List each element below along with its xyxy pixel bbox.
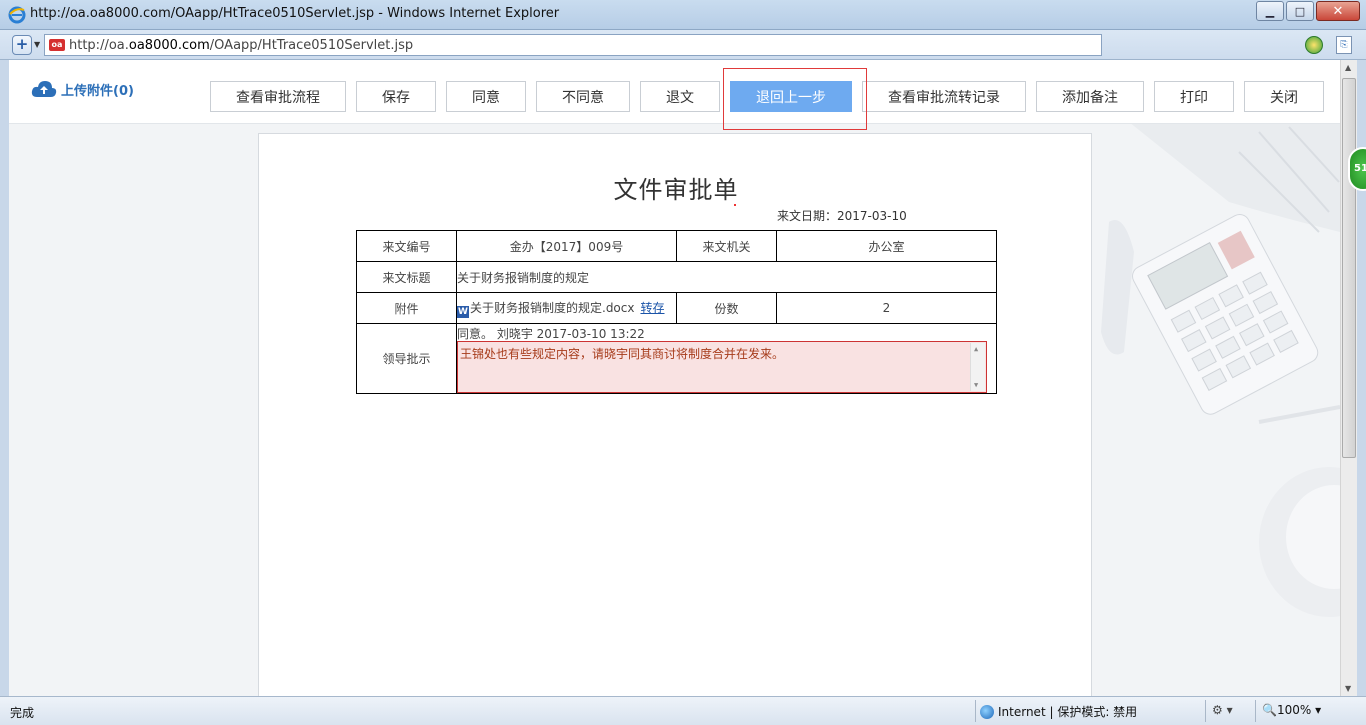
window-left-frame: [0, 60, 9, 696]
desk-background-image: [1101, 122, 1340, 617]
close-button[interactable]: 关闭: [1244, 81, 1324, 112]
status-divider: [1255, 700, 1256, 722]
window-titlebar: http://oa.oa8000.com/OAapp/HtTrace0510Se…: [0, 0, 1366, 30]
minimize-icon: ▁: [1265, 4, 1275, 18]
instruction-textarea[interactable]: 王锦处也有些规定内容，请晓宇同其商讨将制度合并在发来。 ▲ ▼: [457, 341, 987, 393]
instruction-text: 王锦处也有些规定内容，请晓宇同其商讨将制度合并在发来。: [460, 347, 785, 361]
compatibility-view-icon[interactable]: ⎘: [1336, 36, 1352, 54]
url-text: http://oa.oa8000.com/OAapp/HtTrace0510Se…: [69, 38, 414, 53]
red-dot-mark: [734, 204, 736, 206]
copies-value: 2: [776, 292, 997, 324]
cloud-upload-icon: [31, 81, 57, 97]
return-document-button[interactable]: 退文: [640, 81, 720, 112]
word-document-icon: W: [457, 305, 469, 318]
address-bar: + ▼ oa http://oa.oa8000.com/OAapp/HtTrac…: [0, 30, 1366, 60]
status-bar: 完成 Internet | 保护模式: 禁用 ⚙ ▾ 🔍100% ▾: [0, 696, 1366, 725]
upload-attachment-label: 上传附件(0): [61, 83, 134, 99]
approval-form-table: 来文编号 金办【2017】009号 来文机关 办公室 来文标题 关于财务报销制度…: [356, 230, 997, 394]
leader-instruction-label: 领导批示: [356, 323, 457, 394]
approval-form-sheet: 文件审批单 来文日期：2017-03-10 来文编号 金办【2017】009号 …: [258, 133, 1092, 696]
url-field[interactable]: oa http://oa.oa8000.com/OAapp/HtTrace051…: [44, 34, 1102, 56]
window-title: http://oa.oa8000.com/OAapp/HtTrace0510Se…: [30, 6, 560, 21]
doc-subject-value: 关于财务报销制度的规定: [456, 261, 997, 293]
action-toolbar: 上传附件(0) 查看审批流程 保存 同意 不同意 退文 退回上一步 查看审批流转…: [9, 60, 1340, 124]
scroll-up-icon[interactable]: ▲: [974, 345, 978, 353]
refresh-go-icon[interactable]: [1305, 36, 1323, 54]
issuing-org-label: 来文机关: [676, 230, 777, 262]
site-favicon-icon: oa: [49, 39, 65, 51]
save-attachment-link[interactable]: 转存: [640, 301, 664, 315]
floating-badge[interactable]: 51: [1348, 147, 1366, 191]
view-approval-records-button[interactable]: 查看审批流转记录: [862, 81, 1026, 112]
protected-mode-icon[interactable]: ⚙ ▾: [1212, 703, 1233, 717]
add-note-button[interactable]: 添加备注: [1036, 81, 1144, 112]
doc-number-value: 金办【2017】009号: [456, 230, 677, 262]
textarea-scrollbar[interactable]: ▲ ▼: [970, 343, 985, 391]
page-content: 上传附件(0) 查看审批流程 保存 同意 不同意 退文 退回上一步 查看审批流转…: [9, 60, 1340, 696]
leader-instruction-cell: 同意。 刘晓宇 2017-03-10 13:22 王锦处也有些规定内容，请晓宇同…: [456, 323, 997, 394]
issuing-org-value: 办公室: [776, 230, 997, 262]
attachment-filename[interactable]: 关于财务报销制度的规定.docx: [470, 301, 634, 315]
page-title: 文件审批单: [613, 176, 739, 204]
security-zone-label: Internet | 保护模式: 禁用: [998, 705, 1138, 719]
disagree-button[interactable]: 不同意: [536, 81, 630, 112]
agree-button[interactable]: 同意: [446, 81, 526, 112]
zoom-level: 100%: [1276, 703, 1312, 717]
approval-record: 同意。 刘晓宇 2017-03-10 13:22: [457, 327, 645, 341]
scroll-up-icon[interactable]: ▲: [1345, 63, 1351, 72]
status-text: 完成: [10, 706, 35, 720]
chevron-down-icon: ▾: [1311, 703, 1322, 717]
minimize-button[interactable]: ▁: [1256, 1, 1284, 21]
close-window-button[interactable]: ✕: [1316, 1, 1360, 21]
security-zone[interactable]: Internet | 保护模式: 禁用: [980, 703, 1137, 720]
doc-number-label: 来文编号: [356, 230, 457, 262]
globe-icon: [980, 704, 994, 719]
view-approval-flow-button[interactable]: 查看审批流程: [210, 81, 346, 112]
status-divider: [975, 700, 976, 722]
scrollbar-thumb[interactable]: [1342, 78, 1356, 458]
zoom-control[interactable]: 🔍100% ▾: [1262, 703, 1321, 717]
received-date: 来文日期：2017-03-10: [777, 209, 907, 223]
scroll-down-icon[interactable]: ▼: [1345, 684, 1351, 693]
table-row: 来文标题 关于财务报销制度的规定: [356, 261, 997, 293]
status-divider: [1205, 700, 1206, 722]
chevron-down-icon[interactable]: ▼: [34, 40, 40, 49]
close-icon: ✕: [1332, 3, 1344, 19]
ie-logo-icon: [8, 6, 26, 24]
maximize-button[interactable]: □: [1286, 1, 1314, 21]
print-button[interactable]: 打印: [1154, 81, 1234, 112]
table-row: 附件 W 关于财务报销制度的规定.docx 转存 份数 2: [356, 292, 997, 324]
attachment-value: W 关于财务报销制度的规定.docx 转存: [456, 292, 677, 324]
save-button[interactable]: 保存: [356, 81, 436, 112]
copies-label: 份数: [676, 292, 777, 324]
new-tab-button[interactable]: +: [12, 35, 32, 55]
zoom-icon: 🔍: [1262, 703, 1277, 717]
scroll-down-icon[interactable]: ▼: [974, 381, 978, 389]
highlight-box: [723, 68, 867, 130]
table-row: 来文编号 金办【2017】009号 来文机关 办公室: [356, 230, 997, 262]
table-row: 领导批示 同意。 刘晓宇 2017-03-10 13:22 王锦处也有些规定内容…: [356, 323, 997, 394]
maximize-icon: □: [1294, 4, 1306, 18]
upload-attachment-button[interactable]: 上传附件(0): [31, 79, 134, 99]
attachment-label: 附件: [356, 292, 457, 324]
doc-subject-label: 来文标题: [356, 261, 457, 293]
